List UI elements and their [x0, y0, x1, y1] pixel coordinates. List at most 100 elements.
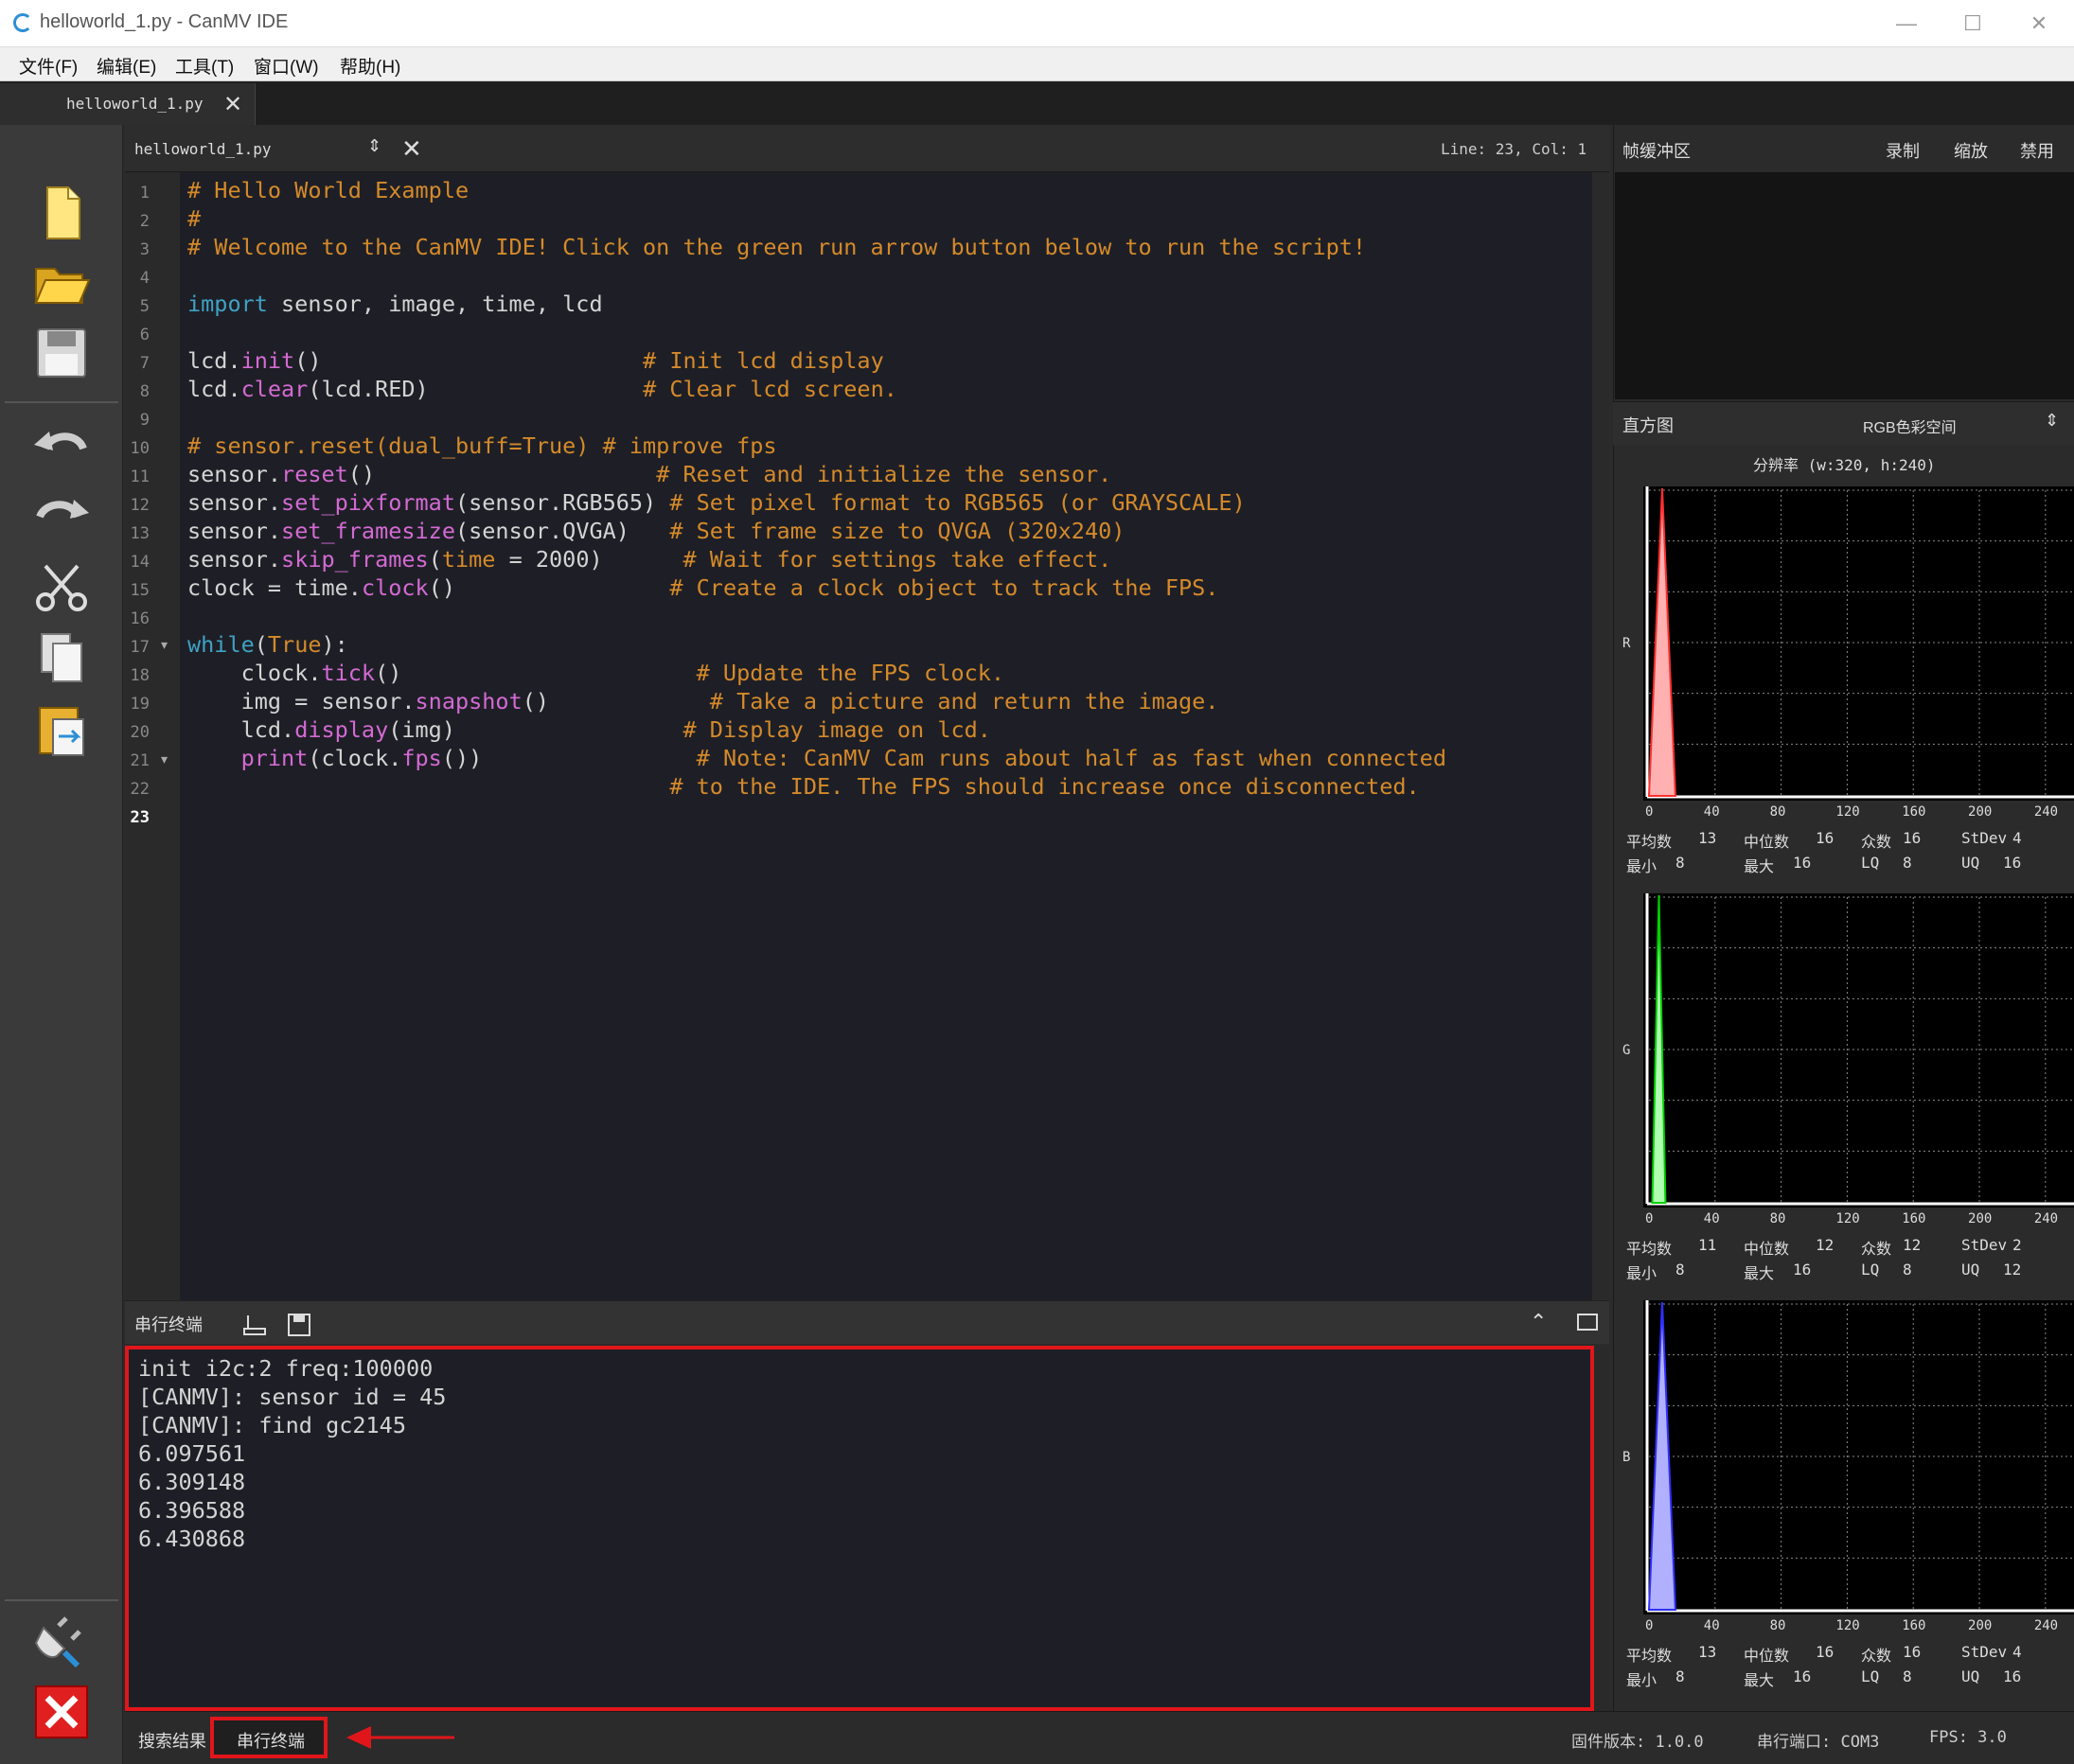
framebuffer-title: 帧缓冲区	[1622, 142, 1691, 161]
file-tab-label: helloworld_1.py	[66, 95, 204, 113]
terminal-line: 6.396588	[138, 1497, 246, 1524]
code-line: sensor.set_pixformat(sensor.RGB565) # Se…	[187, 488, 1246, 517]
line-number: 8	[139, 382, 150, 401]
code-line: print(clock.fps()) # Note: CanMV Cam run…	[187, 744, 1446, 772]
stop-icon[interactable]	[30, 1681, 93, 1743]
code-line: # sensor.reset(dual_buff=True) # improve…	[187, 432, 777, 460]
terminal-scrollbar[interactable]	[1594, 1346, 1609, 1711]
colorspace-arrows-icon[interactable]: ⇕	[2045, 411, 2059, 431]
x-tick-label: 0	[1645, 804, 1654, 820]
menu-tools[interactable]: 工具(T)	[175, 53, 234, 79]
code-token: # Reset and initialize the sensor.	[656, 461, 1112, 487]
fold-arrow-icon[interactable]: ▾	[161, 637, 168, 653]
redo-icon[interactable]	[30, 485, 93, 547]
histogram-peak-r	[1647, 487, 1676, 797]
stat-value-max: 16	[1793, 854, 1812, 872]
code-line: sensor.skip_frames(time = 2000) # Wait f…	[187, 545, 1111, 573]
line-number: 21	[130, 751, 150, 770]
stat-value-median: 16	[1816, 1643, 1835, 1661]
cut-icon[interactable]	[30, 556, 93, 619]
code-line: clock.tick() # Update the FPS clock.	[187, 659, 1004, 687]
stat-value-mean: 13	[1698, 829, 1717, 847]
code-token: ()	[375, 660, 697, 686]
code-token: clear	[240, 376, 309, 402]
code-token: tick	[321, 660, 376, 686]
line-number: 18	[130, 666, 150, 685]
code-token: ()	[522, 688, 710, 714]
minimize-button[interactable]: —	[1878, 8, 1935, 40]
code-token: # Welcome to the CanMV IDE! Click on the…	[187, 234, 1367, 260]
copy-icon[interactable]	[30, 626, 93, 689]
channel-label: B	[1622, 1450, 1631, 1465]
code-token: ()	[347, 461, 657, 487]
code-token: # Create a clock object to track the FPS…	[669, 574, 1219, 601]
stat-value-mean: 11	[1698, 1236, 1717, 1254]
stat-value-uq: 12	[2003, 1261, 2022, 1279]
stat-label-max: 最大	[1744, 1264, 1775, 1282]
fold-arrow-icon[interactable]: ▾	[161, 751, 168, 767]
open-folder-icon[interactable]	[30, 252, 93, 314]
code-line: lcd.clear(lcd.RED) # Clear lcd screen.	[187, 375, 897, 403]
close-window-button[interactable]: ✕	[2011, 8, 2067, 40]
search-results-tab[interactable]: 搜索结果	[138, 1728, 206, 1753]
editor-scrollbar[interactable]	[1592, 172, 1609, 1300]
line-number-gutter: 1 2 3 4 5 6 7 8 9 10 11 12 13 14 15 16 17 18 19 20 21 22 23	[125, 172, 180, 1300]
code-token: = 2000)	[495, 546, 683, 573]
title-bar	[0, 0, 2074, 47]
disable-button[interactable]: 禁用	[2020, 138, 2054, 163]
line-number: 17	[130, 638, 150, 657]
connect-plug-icon[interactable]	[30, 1609, 93, 1671]
editor-file-selector[interactable]: helloworld_1.py	[134, 140, 272, 158]
menu-window[interactable]: 窗口(W)	[254, 53, 319, 79]
menu-file[interactable]: 文件(F)	[19, 53, 78, 79]
histogram-plot-r	[1643, 486, 2074, 801]
code-editor[interactable]: # Hello World Example # # Welcome to the C…	[180, 172, 1592, 1300]
save-icon[interactable]	[30, 322, 93, 384]
maximize-button[interactable]: ☐	[1944, 8, 2001, 40]
code-token: (sensor.QVGA)	[454, 518, 670, 544]
zoom-button[interactable]: 缩放	[1954, 138, 1988, 163]
file-selector-arrows-icon[interactable]: ⇕	[367, 136, 381, 156]
menu-help[interactable]: 帮助(H)	[340, 53, 400, 79]
line-number: 4	[139, 269, 150, 288]
paste-icon[interactable]	[30, 698, 93, 761]
histogram-header	[1613, 401, 2074, 445]
undo-icon[interactable]	[30, 416, 93, 479]
serial-terminal-output[interactable]: init i2c:2 freq:100000 [CANMV]: sensor id…	[125, 1346, 1594, 1711]
maximize-terminal-icon[interactable]	[1577, 1314, 1598, 1331]
record-button[interactable]: 录制	[1886, 138, 1920, 163]
line-number: 23	[130, 808, 150, 827]
stat-value-uq: 16	[2003, 1667, 2022, 1685]
close-tab-icon[interactable]: ✕	[223, 91, 242, 118]
stat-value-max: 16	[1793, 1667, 1812, 1685]
close-editor-icon[interactable]: ✕	[401, 134, 422, 164]
clear-terminal-icon[interactable]	[240, 1312, 269, 1338]
line-number: 16	[130, 609, 150, 628]
new-file-icon[interactable]	[30, 182, 93, 244]
code-token: # to the IDE. The FPS should increase on…	[669, 773, 1420, 800]
code-token: # Set frame size to QVGA (320x240)	[669, 518, 1126, 544]
code-line: sensor.reset() # Reset and initialize th…	[187, 460, 1111, 488]
terminal-title: 串行终端	[134, 1315, 203, 1334]
code-token: (	[254, 631, 268, 658]
stat-value-stdev: 2	[2012, 1236, 2022, 1254]
collapse-terminal-icon[interactable]: ⌃	[1530, 1310, 1547, 1334]
terminal-line: [CANMV]: find gc2145	[138, 1412, 406, 1438]
code-line: img = sensor.snapshot() # Take a picture…	[187, 687, 1219, 715]
menu-edit[interactable]: 编辑(E)	[97, 53, 156, 79]
code-token: img = sensor.	[187, 688, 416, 714]
line-number: 1	[139, 184, 150, 203]
x-tick-label: 40	[1703, 804, 1720, 820]
code-token: reset	[281, 461, 348, 487]
resolution-label: 分辨率 (w:320, h:240)	[1753, 456, 1936, 474]
colorspace-select[interactable]: RGB色彩空间	[1863, 415, 1957, 437]
code-token: set_framesize	[281, 518, 455, 544]
code-token: ):	[321, 631, 348, 658]
stat-label-mode: 众数	[1861, 833, 1892, 851]
line-number: 10	[130, 439, 150, 458]
code-token: (clock.	[308, 745, 402, 771]
toolbar-separator	[5, 1599, 118, 1601]
save-terminal-icon[interactable]	[286, 1312, 312, 1338]
